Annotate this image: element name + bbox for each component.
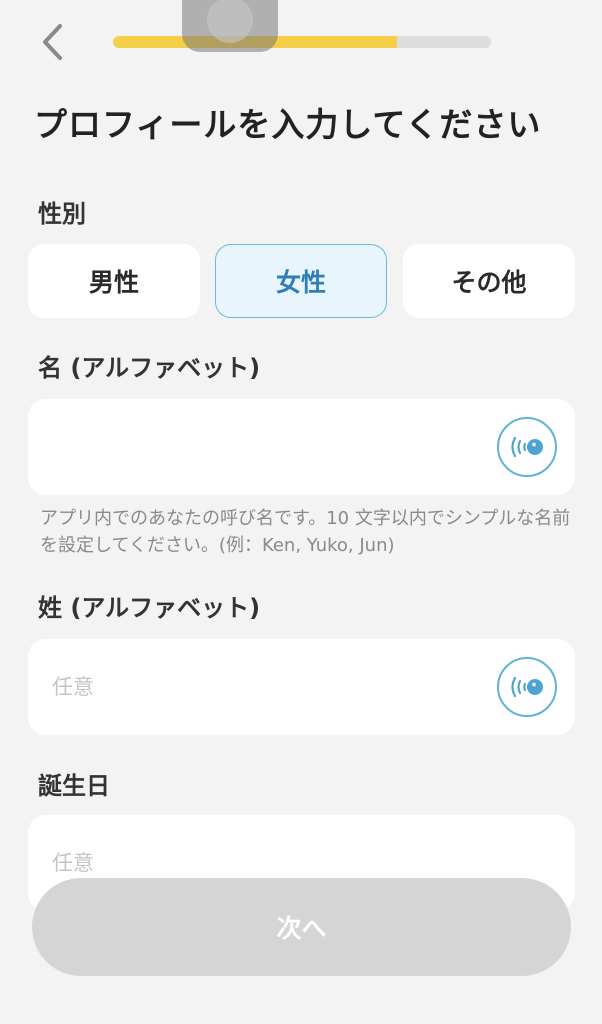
first-name-field <box>28 399 575 495</box>
last-name-label: 姓 (アルファベット) <box>38 594 261 622</box>
first-name-voice-button[interactable] <box>497 417 557 477</box>
back-button[interactable] <box>30 20 74 64</box>
first-name-hint: アプリ内でのあなたの呼び名です。10 文字以内でシンプルな名前を設定してください… <box>40 508 571 556</box>
voice-input-icon <box>511 436 543 458</box>
next-button[interactable]: 次へ <box>32 878 571 976</box>
gender-male-button[interactable]: 男性 <box>28 244 200 318</box>
camera-dot <box>207 0 253 43</box>
progress-bar <box>113 36 491 48</box>
gender-female-button[interactable]: 女性 <box>215 244 387 318</box>
first-name-label: 名 (アルファベット) <box>38 354 261 382</box>
page-title: プロフィールを入力してください <box>34 105 542 144</box>
birthday-label: 誕生日 <box>38 772 110 800</box>
gender-other-button[interactable]: その他 <box>403 244 575 318</box>
voice-input-icon <box>511 676 543 698</box>
camera-notch <box>182 0 278 52</box>
last-name-voice-button[interactable] <box>497 657 557 717</box>
last-name-input[interactable] <box>52 639 492 735</box>
gender-label: 性別 <box>38 200 86 228</box>
last-name-field <box>28 639 575 735</box>
profile-screen: プロフィールを入力してください 性別 男性 女性 その他 名 (アルファベット)… <box>0 0 602 1024</box>
first-name-input[interactable] <box>52 399 492 495</box>
chevron-left-icon <box>43 24 62 60</box>
